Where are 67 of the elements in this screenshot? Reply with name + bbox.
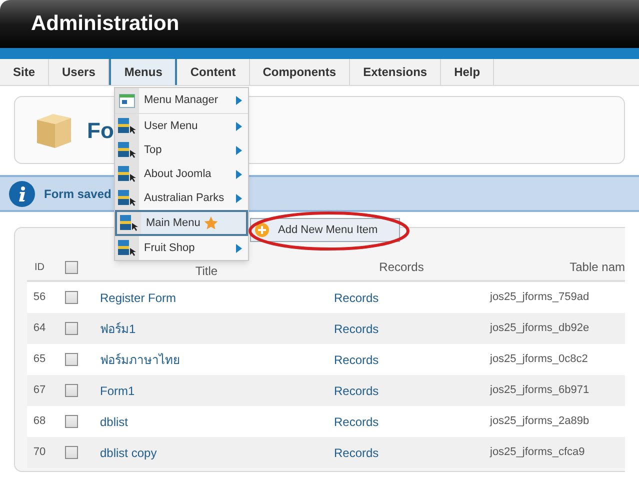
table-cell-text: 65 <box>32 352 47 368</box>
menu-item[interactable]: Menu Manager <box>115 88 248 114</box>
menu-cursor-icon <box>118 166 136 182</box>
records-link[interactable]: Records <box>325 346 478 373</box>
table-cell-text: 68 <box>32 414 47 430</box>
title-link[interactable]: dblist copy <box>91 439 322 466</box>
menu-item[interactable]: Top <box>115 138 248 162</box>
records-link[interactable]: Records <box>325 377 478 404</box>
menu-item-label: Menu Manager <box>144 93 218 108</box>
add-menu-item-button[interactable]: Add New Menu Item <box>250 218 400 242</box>
checkbox[interactable] <box>65 446 78 459</box>
nav-tab[interactable]: Help <box>441 59 494 85</box>
table-cell-text: 64 <box>32 321 47 336</box>
table-cell-text: jos25_jforms_6b971 <box>488 383 590 398</box>
table-cell-text: 70 <box>32 445 47 460</box>
info-icon <box>9 180 35 206</box>
menu-item-label: Main Menu <box>146 216 200 231</box>
menu-item-label: Top <box>144 142 162 158</box>
table-cell-text: 67 <box>32 383 47 398</box>
table-cell-text: 56 <box>32 290 47 306</box>
menu-cursor-icon <box>118 240 136 256</box>
menu-item-label: About Joomla <box>144 166 212 182</box>
table-cell-text: jos25_jforms_0c8c2 <box>488 352 589 368</box>
menu-cursor-icon <box>120 215 138 231</box>
table-cell-text: jos25_jforms_db92e <box>488 321 590 336</box>
nav-tab[interactable]: Components <box>250 59 350 85</box>
menu-item[interactable]: About Joomla <box>115 162 248 186</box>
plus-icon <box>255 223 269 237</box>
records-link[interactable]: Records <box>325 439 478 466</box>
menu-item[interactable]: Australian Parks <box>115 186 248 210</box>
title-link[interactable]: dblist <box>91 408 322 435</box>
menu-cursor-icon <box>118 190 136 206</box>
title-link[interactable]: ฟอร์มภาษาไทย <box>91 346 322 373</box>
header-title: Administration <box>31 11 180 38</box>
checkbox[interactable] <box>65 291 78 304</box>
title-link[interactable]: Form1 <box>91 377 322 404</box>
title-link[interactable]: Register Form <box>91 284 322 311</box>
menu-item-label: Australian Parks <box>144 190 224 206</box>
menu-item[interactable]: Fruit Shop <box>115 236 248 260</box>
window-icon <box>119 94 135 108</box>
menu-item-label: User Menu <box>144 118 198 134</box>
nav-tab[interactable]: Site <box>0 59 50 85</box>
menu-item[interactable]: User Menu <box>115 114 248 138</box>
nav-tab[interactable]: Extensions <box>350 59 442 85</box>
menu-item[interactable]: Main Menu <box>115 210 248 236</box>
table-cell-text: jos25_jforms_759ad <box>488 290 590 306</box>
menu-item-label: Fruit Shop <box>144 240 195 256</box>
column-header[interactable]: ID <box>27 254 52 280</box>
table-cell-text: jos25_jforms_cfca9 <box>488 445 586 460</box>
records-link[interactable]: Records <box>325 315 478 342</box>
nav-tab[interactable]: Content <box>177 59 250 85</box>
checkbox[interactable] <box>65 415 78 428</box>
checkbox[interactable] <box>65 384 78 397</box>
column-header[interactable]: Table nam <box>481 254 625 280</box>
menu-cursor-icon <box>118 142 136 158</box>
page-title: Fo <box>87 116 114 144</box>
records-link[interactable]: Records <box>325 408 478 435</box>
checkbox[interactable] <box>65 260 78 274</box>
title-link[interactable]: ฟอร์ม1 <box>91 315 322 342</box>
nav-tab[interactable]: Menus <box>109 59 178 85</box>
column-header[interactable]: Records <box>325 254 478 280</box>
table-cell-text: jos25_jforms_2a89b <box>488 414 590 430</box>
checkbox[interactable] <box>65 322 78 335</box>
checkbox[interactable] <box>65 353 78 366</box>
records-link[interactable]: Records <box>325 284 478 311</box>
message-text: Form saved <box>44 186 112 202</box>
menu-cursor-icon <box>118 118 136 134</box>
